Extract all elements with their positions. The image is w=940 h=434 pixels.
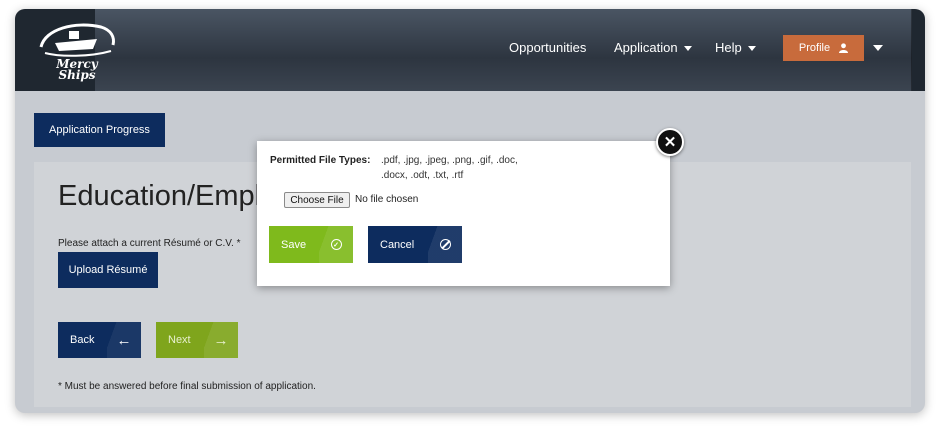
profile-button-label: Profile (798, 42, 831, 54)
choose-file-button[interactable]: Choose File (284, 192, 350, 208)
nav-opportunities[interactable]: Opportunities (509, 40, 586, 55)
cancel-button-label: Cancel (380, 238, 415, 251)
application-progress-button[interactable]: Application Progress (34, 113, 165, 147)
chevron-down-icon (747, 46, 756, 52)
check-circle-icon: ✓ (330, 239, 342, 250)
required-footnote: * Must be answered before final submissi… (58, 381, 316, 392)
ban-icon (439, 239, 451, 250)
save-button[interactable]: Save ✓ (269, 226, 353, 263)
nav-application[interactable]: Application (614, 40, 692, 55)
chevron-down-icon (683, 46, 692, 52)
nav-opportunities-label: Opportunities (509, 40, 587, 55)
save-button-label: Save (281, 238, 307, 251)
back-button[interactable]: Back ← (58, 322, 141, 358)
choose-file-label: Choose File (290, 194, 344, 206)
upload-resume-button[interactable]: Upload Résumé (58, 252, 158, 288)
no-file-chosen-text: No file chosen (355, 194, 419, 205)
application-progress-label: Application Progress (49, 124, 150, 136)
permitted-file-types-label: Permitted File Types: (270, 155, 371, 166)
site-header: Mercy Ships Opportunities Application He… (15, 9, 925, 91)
mercy-ships-logo[interactable]: Mercy Ships (35, 17, 119, 82)
file-types-line-1: .pdf, .jpg, .jpeg, .png, .gif, .doc, (381, 155, 518, 166)
file-upload-modal: Permitted File Types: .pdf, .jpg, .jpeg,… (257, 141, 670, 286)
profile-menu-chevron-icon[interactable] (873, 45, 883, 51)
next-button[interactable]: Next → (156, 322, 238, 358)
user-icon (839, 43, 849, 53)
file-types-line-2: .docx, .odt, .txt, .rtf (381, 170, 464, 181)
arrow-left-icon: ← (107, 322, 141, 358)
profile-button[interactable]: Profile (783, 35, 864, 61)
nav-application-label: Application (614, 40, 678, 55)
cancel-button[interactable]: Cancel (368, 226, 462, 263)
logo-text-ships: Ships (58, 68, 96, 82)
next-button-label: Next (168, 334, 191, 346)
arrow-right-icon: → (204, 322, 238, 358)
nav-help[interactable]: Help (715, 40, 756, 55)
close-icon[interactable]: ✕ (656, 128, 684, 156)
upload-resume-label: Upload Résumé (68, 264, 148, 276)
back-button-label: Back (70, 334, 95, 346)
nav-help-label: Help (715, 40, 742, 55)
resume-attach-label: Please attach a current Résumé or C.V. * (58, 238, 241, 249)
